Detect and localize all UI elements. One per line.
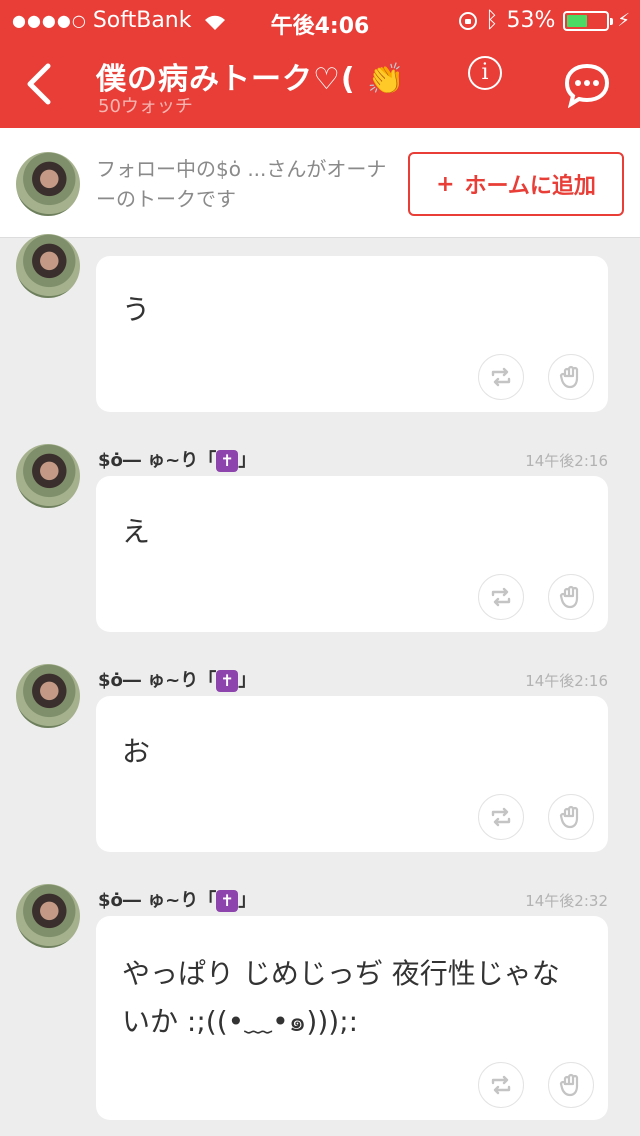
glove-button[interactable] xyxy=(548,1062,594,1108)
add-to-home-button[interactable]: + ホームに追加 xyxy=(408,152,624,216)
message-text: え xyxy=(122,515,151,548)
glove-icon xyxy=(559,585,579,609)
glove-icon xyxy=(559,365,579,389)
repost-icon xyxy=(491,367,511,387)
message-time: 14午後2:16 xyxy=(525,672,608,690)
repost-icon xyxy=(491,1075,511,1095)
battery-percent: 53% xyxy=(506,8,556,33)
message-time: 14午後2:16 xyxy=(525,452,608,470)
message-text: やっぱり じめじっぢ 夜行性じゃないか :;((•﹏•๑)));: xyxy=(122,957,560,1038)
plus-icon: + xyxy=(436,171,455,197)
author-name: $ȯ― ゅ~り「 ✝」 xyxy=(98,886,256,912)
repost-icon xyxy=(491,587,511,607)
owner-banner: フォロー中の$ȯ ...さんがオーナーのトークです + ホームに追加 xyxy=(0,128,640,238)
author-name-suffix: 」 xyxy=(238,670,257,691)
author-name-suffix: 」 xyxy=(238,890,257,911)
author-avatar[interactable] xyxy=(16,444,80,508)
status-bar: ●●●●○ SoftBank 午後4:06 ᛒ 53% ⚡ xyxy=(0,0,640,40)
back-chevron-icon[interactable] xyxy=(22,62,54,106)
message-bubble: お xyxy=(96,696,608,852)
rotation-lock-icon xyxy=(459,11,478,30)
message-text: う xyxy=(122,293,151,326)
info-icon[interactable]: i xyxy=(468,56,502,90)
add-to-home-label: ホームに追加 xyxy=(464,174,596,199)
author-avatar[interactable] xyxy=(16,234,80,298)
message-bubble: え xyxy=(96,476,608,632)
repost-button[interactable] xyxy=(478,1062,524,1108)
repost-button[interactable] xyxy=(478,354,524,400)
charging-icon: ⚡ xyxy=(617,10,630,31)
glove-button[interactable] xyxy=(548,354,594,400)
glove-button[interactable] xyxy=(548,574,594,620)
watch-count: 50ウォッチ xyxy=(98,96,193,117)
author-name-suffix: 」 xyxy=(238,450,257,471)
glove-icon xyxy=(559,805,579,829)
bluetooth-icon: ᛒ xyxy=(485,7,499,33)
author-name: $ȯ― ゅ~り「 ✝」 xyxy=(98,446,256,472)
chat-bubble-icon[interactable] xyxy=(564,62,610,108)
glove-button[interactable] xyxy=(548,794,594,840)
author-name-text: $ȯ― ゅ~り「 xyxy=(98,670,217,691)
latin-cross-icon: ✝ xyxy=(216,670,239,692)
app-header: ●●●●○ SoftBank 午後4:06 ᛒ 53% ⚡ 僕の病みトーク♡( … xyxy=(0,0,640,128)
owner-banner-text: フォロー中の$ȯ ...さんがオーナーのトークです xyxy=(96,157,387,211)
glove-icon xyxy=(559,1073,579,1097)
battery-icon xyxy=(563,10,614,31)
author-name-text: $ȯ― ゅ~り「 xyxy=(98,890,217,911)
message-bubble: やっぱり じめじっぢ 夜行性じゃないか :;((•﹏•๑)));: xyxy=(96,916,608,1120)
owner-avatar[interactable] xyxy=(16,152,80,216)
repost-button[interactable] xyxy=(478,574,524,620)
repost-icon xyxy=(491,807,511,827)
battery-fill xyxy=(567,14,588,27)
repost-button[interactable] xyxy=(478,794,524,840)
message-bubble: う xyxy=(96,256,608,412)
author-name: $ȯ― ゅ~り「 ✝」 xyxy=(98,666,256,692)
latin-cross-icon: ✝ xyxy=(216,890,239,912)
author-name-text: $ȯ― ゅ~り「 xyxy=(98,450,217,471)
latin-cross-icon: ✝ xyxy=(216,450,239,472)
author-avatar[interactable] xyxy=(16,884,80,948)
author-avatar[interactable] xyxy=(16,664,80,728)
message-time: 14午後2:32 xyxy=(525,892,608,910)
message-text: お xyxy=(122,735,151,768)
